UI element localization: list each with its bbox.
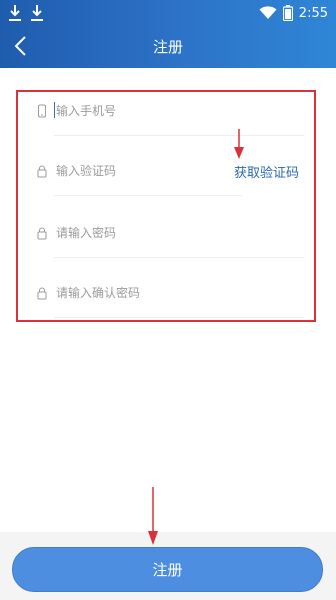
register-form: 输入手机号 输入验证码 获取验证码 请输入密码 请输入确认密码 [16, 90, 316, 322]
password-field[interactable]: 请输入密码 [36, 214, 312, 258]
page-title: 注册 [152, 38, 183, 56]
phone-icon [38, 104, 46, 118]
nav-bar: 注册 [0, 28, 336, 64]
divider [54, 195, 242, 196]
confirm-password-placeholder: 请输入确认密码 [56, 286, 141, 300]
divider [54, 317, 304, 318]
app-header: 2:55 注册 [0, 0, 336, 68]
annotation-arrow-icon [234, 129, 244, 159]
download-icon [31, 5, 43, 21]
confirm-password-field[interactable]: 请输入确认密码 [36, 274, 312, 318]
status-bar: 2:55 [0, 0, 336, 26]
divider [54, 135, 304, 136]
annotation-arrow-icon [148, 487, 158, 545]
lock-icon [37, 165, 47, 178]
password-placeholder: 请输入密码 [56, 226, 117, 240]
wifi-icon [259, 6, 277, 19]
divider [54, 257, 304, 258]
phone-placeholder: 输入手机号 [56, 104, 117, 118]
register-button[interactable]: 注册 [12, 547, 323, 592]
lock-icon [37, 287, 47, 300]
get-code-button[interactable]: 获取验证码 [234, 162, 299, 181]
lock-icon [37, 227, 47, 240]
download-icon [9, 5, 21, 21]
status-icons: 2:55 [259, 3, 328, 23]
text-cursor [54, 102, 55, 118]
status-time: 2:55 [298, 5, 328, 21]
battery-icon [282, 5, 293, 21]
phone-field[interactable]: 输入手机号 [36, 92, 312, 136]
code-placeholder: 输入验证码 [56, 164, 117, 178]
